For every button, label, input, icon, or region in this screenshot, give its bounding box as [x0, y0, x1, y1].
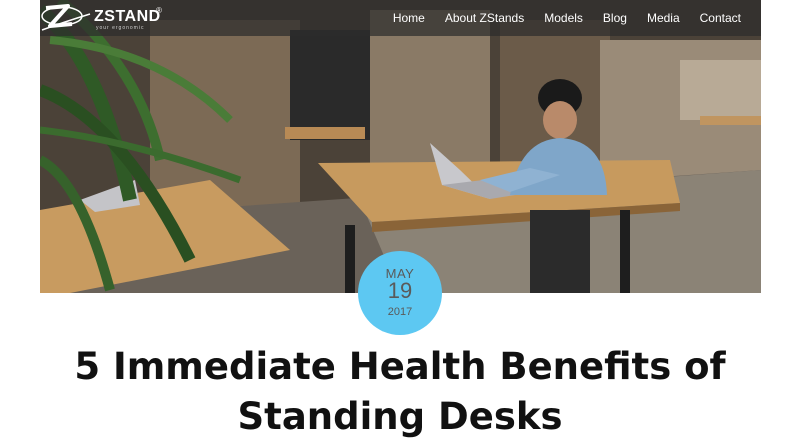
- registered-mark: ®: [156, 6, 162, 15]
- nav-models[interactable]: Models: [534, 11, 593, 25]
- main-nav: Home About ZStands Models Blog Media Con…: [383, 0, 751, 36]
- office-photo-icon: [40, 0, 761, 293]
- nav-contact[interactable]: Contact: [690, 11, 751, 25]
- nav-media[interactable]: Media: [637, 11, 690, 25]
- post-title: 5 Immediate Health Benefits of Standing …: [74, 345, 726, 438]
- post-date-year: 2017: [387, 306, 413, 318]
- nav-home[interactable]: Home: [383, 11, 435, 25]
- post-date-day: 19: [387, 278, 413, 303]
- hero-image: [40, 0, 761, 293]
- brand-tagline: your ergonomic: [96, 25, 145, 31]
- brand-logo[interactable]: ZSTAND ® your ergonomic: [40, 0, 170, 36]
- zstand-logo-icon: [41, 4, 91, 31]
- nav-about-zstands[interactable]: About ZStands: [435, 11, 534, 25]
- brand-name: ZSTAND: [94, 8, 161, 25]
- top-navbar: ZSTAND ® your ergonomic Home About ZStan…: [40, 0, 761, 36]
- post-date-badge: MAY 19 2017: [358, 251, 442, 335]
- nav-blog[interactable]: Blog: [593, 11, 637, 25]
